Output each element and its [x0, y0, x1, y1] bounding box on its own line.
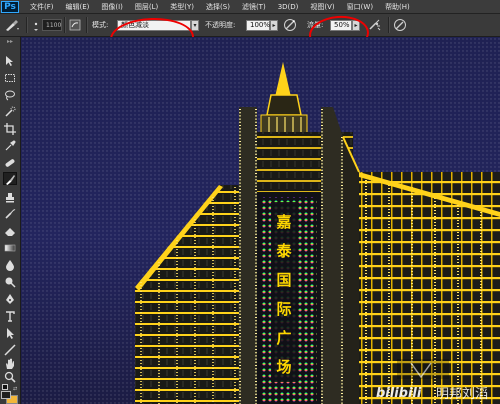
watermark-bilibili: bilibili: [376, 386, 422, 401]
menu-edit[interactable]: 编辑(E): [66, 2, 90, 12]
menu-3d[interactable]: 3D(D): [278, 3, 299, 11]
move-tool[interactable]: [3, 54, 17, 67]
blur-icon: [6, 259, 14, 271]
brush-panel-icon: [69, 19, 81, 31]
pen-tool[interactable]: [3, 292, 17, 305]
airbrush-toggle[interactable]: [368, 14, 382, 36]
zoom-tool[interactable]: [3, 370, 17, 383]
sign-char-1: 嘉: [275, 213, 291, 231]
brush-panel-toggle[interactable]: [69, 14, 81, 36]
gradient-tool[interactable]: [3, 241, 17, 254]
opacity-input[interactable]: 100% ▸: [246, 14, 278, 36]
menu-view[interactable]: 视图(V): [310, 2, 334, 12]
brush-preset-icon: [6, 20, 19, 31]
watermark-author: 明邦刘滔: [436, 387, 488, 402]
tools-panel: ▸▸ ⇄: [0, 37, 21, 404]
sign-char-2: 泰: [275, 242, 292, 260]
move-icon: [6, 55, 13, 66]
quick-select-icon: [5, 106, 16, 117]
brush-size-picker[interactable]: 1100: [32, 14, 62, 36]
brush-icon: [6, 174, 15, 185]
options-bar: 1100 模式: 颜色减淡 ▾ 不透明度: 100% ▸ 流量: 50% ▸: [0, 13, 500, 60]
menu-type[interactable]: 类型(Y): [170, 2, 194, 12]
history-brush-tool[interactable]: [3, 207, 17, 220]
dodge-icon: [5, 277, 16, 288]
pen-icon: [6, 293, 14, 304]
hand-tool[interactable]: [3, 357, 17, 370]
eyedropper-tool[interactable]: [3, 139, 17, 152]
crop-tool[interactable]: [3, 122, 17, 135]
clone-stamp-tool[interactable]: [3, 190, 17, 203]
pressure-size-icon: [394, 19, 406, 31]
menu-bar: Ps 文件(F) 编辑(E) 图像(I) 图层(L) 类型(Y) 选择(S) 滤…: [0, 0, 500, 14]
brush-size-value: 1100: [42, 19, 62, 31]
divider: [64, 17, 66, 33]
marquee-tool[interactable]: [3, 71, 17, 84]
photoshop-logo: Ps: [1, 0, 19, 13]
path-select-icon: [7, 327, 14, 339]
type-icon: [6, 310, 15, 322]
eraser-icon: [5, 227, 15, 236]
swap-colors-icon[interactable]: ⇄: [13, 386, 19, 392]
menu-image[interactable]: 图像(I): [101, 2, 123, 12]
crop-icon: [4, 122, 16, 135]
type-tool[interactable]: [3, 309, 17, 322]
watermark: [397, 359, 449, 379]
divider: [26, 17, 28, 33]
opacity-value: 100%: [246, 19, 270, 31]
lasso-icon: [5, 90, 15, 100]
divider: [86, 17, 88, 33]
sign-char-3: 国: [276, 271, 291, 289]
hand-icon: [6, 358, 14, 369]
shape-icon: [4, 343, 16, 356]
pressure-opacity-toggle[interactable]: [283, 14, 297, 36]
mode-label: 模式:: [92, 21, 109, 29]
shape-tool[interactable]: [3, 343, 17, 356]
chevron-down-icon: ▾: [191, 19, 199, 31]
menu-window[interactable]: 窗口(W): [347, 2, 373, 12]
menu-filter[interactable]: 滤镜(T): [242, 2, 266, 12]
menu-layer[interactable]: 图层(L): [135, 2, 158, 12]
path-select-tool[interactable]: [3, 326, 17, 339]
healing-brush-tool[interactable]: [3, 156, 17, 169]
divider: [388, 17, 390, 33]
eyedropper-icon: [5, 139, 16, 150]
history-brush-icon: [5, 208, 16, 219]
menu-select[interactable]: 选择(S): [206, 2, 230, 12]
sign-char-4: 际: [276, 300, 291, 318]
sign-char-5: 广: [276, 329, 291, 347]
menu-help[interactable]: 帮助(H): [385, 2, 410, 12]
building-night-image: 嘉 泰 国 际 广 场 bilibili 明邦刘滔: [21, 37, 500, 404]
marquee-icon: [5, 73, 15, 82]
dodge-tool[interactable]: [3, 275, 17, 288]
airbrush-icon: [369, 19, 381, 31]
clone-stamp-icon: [6, 192, 14, 202]
gradient-icon: [4, 244, 16, 251]
healing-icon: [5, 158, 15, 167]
pressure-opacity-icon: [284, 19, 296, 31]
default-colors-icon[interactable]: [2, 384, 8, 390]
tool-preset-picker[interactable]: [4, 14, 20, 36]
sign-char-6: 场: [276, 358, 291, 376]
chevron-right-icon: ▸: [270, 19, 278, 31]
collapse-toolbox-icon[interactable]: ▸▸: [3, 38, 17, 44]
menu-file[interactable]: 文件(F): [30, 2, 54, 12]
opacity-label: 不透明度:: [205, 21, 236, 29]
blur-tool[interactable]: [3, 258, 17, 271]
lasso-tool[interactable]: [3, 88, 17, 101]
quick-select-tool[interactable]: [3, 105, 17, 118]
foreground-color-swatch[interactable]: [1, 391, 11, 399]
brush-tip-icon: [34, 22, 38, 31]
brush-tool[interactable]: [3, 172, 17, 185]
eraser-tool[interactable]: [3, 224, 17, 237]
zoom-icon: [4, 371, 16, 383]
pressure-size-toggle[interactable]: [393, 14, 407, 36]
document-canvas[interactable]: 嘉 泰 国 际 广 场 bilibili 明邦刘滔: [21, 37, 500, 404]
